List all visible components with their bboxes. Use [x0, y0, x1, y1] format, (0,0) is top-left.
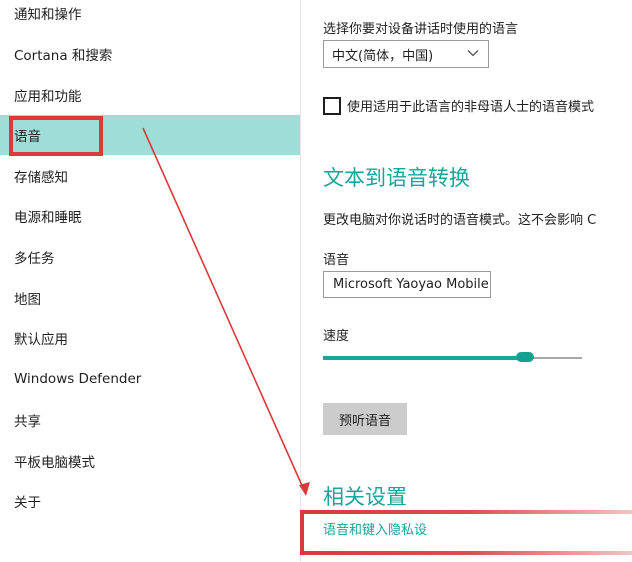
sidebar-item-default-apps[interactable]: 默认应用	[0, 318, 300, 358]
speed-label: 速度	[323, 329, 350, 344]
preview-voice-button[interactable]: 预听语音	[323, 403, 407, 435]
sidebar-item-cortana[interactable]: Cortana 和搜索	[0, 34, 300, 74]
sidebar-item-notifications[interactable]: 通知和操作	[0, 0, 300, 33]
sidebar-item-apps[interactable]: 应用和功能	[0, 75, 300, 115]
speed-slider-fill	[323, 356, 525, 360]
tts-section-title: 文本到语音转换	[323, 166, 470, 190]
sidebar-item-tablet-mode[interactable]: 平板电脑模式	[0, 441, 300, 481]
sidebar-item-windows-defender[interactable]: Windows Defender	[0, 359, 300, 399]
sidebar-item-power[interactable]: 电源和睡眠	[0, 196, 300, 236]
sidebar-item-multitasking[interactable]: 多任务	[0, 237, 300, 277]
tts-description: 更改电脑对你说话时的语音模式。这不会影响 C	[323, 213, 597, 228]
voice-select[interactable]: Microsoft Yaoyao Mobile	[323, 271, 491, 298]
annotation-link-box-left	[300, 510, 304, 555]
language-dropdown[interactable]: 中文(简体，中国)	[323, 40, 489, 68]
sidebar-item-storage[interactable]: 存储感知	[0, 156, 300, 196]
non-native-checkbox-label: 使用适用于此语言的非母语人士的语音模式	[347, 100, 595, 115]
sidebar-item-maps[interactable]: 地图	[0, 278, 300, 318]
annotation-link-box-top	[304, 510, 632, 514]
related-settings-title: 相关设置	[323, 485, 407, 509]
speech-settings-pane: 选择你要对设备讲话时使用的语言 中文(简体，中国) 使用适用于此语言的非母语人士…	[301, 0, 632, 562]
annotation-link-box-bottom	[304, 551, 632, 555]
speed-slider-thumb[interactable]	[516, 352, 534, 362]
sidebar-item-about[interactable]: 关于	[0, 481, 300, 521]
chevron-down-icon	[467, 50, 479, 57]
sidebar: 通知和操作 Cortana 和搜索 应用和功能 语音 存储感知 电源和睡眠 多任…	[0, 0, 300, 562]
speech-privacy-link[interactable]: 语音和键入隐私设	[323, 519, 427, 538]
voice-label: 语音	[323, 253, 350, 268]
link-fade-overlay	[431, 510, 632, 544]
speed-slider[interactable]	[323, 352, 582, 362]
language-label: 选择你要对设备讲话时使用的语言	[323, 22, 519, 37]
language-dropdown-value: 中文(简体，中国)	[332, 48, 434, 64]
sidebar-item-speech[interactable]: 语音	[0, 115, 300, 155]
settings-window: 通知和操作 Cortana 和搜索 应用和功能 语音 存储感知 电源和睡眠 多任…	[0, 0, 632, 562]
sidebar-item-sharing[interactable]: 共享	[0, 400, 300, 440]
voice-select-value: Microsoft Yaoyao Mobile	[333, 277, 489, 292]
non-native-checkbox[interactable]	[323, 97, 341, 115]
